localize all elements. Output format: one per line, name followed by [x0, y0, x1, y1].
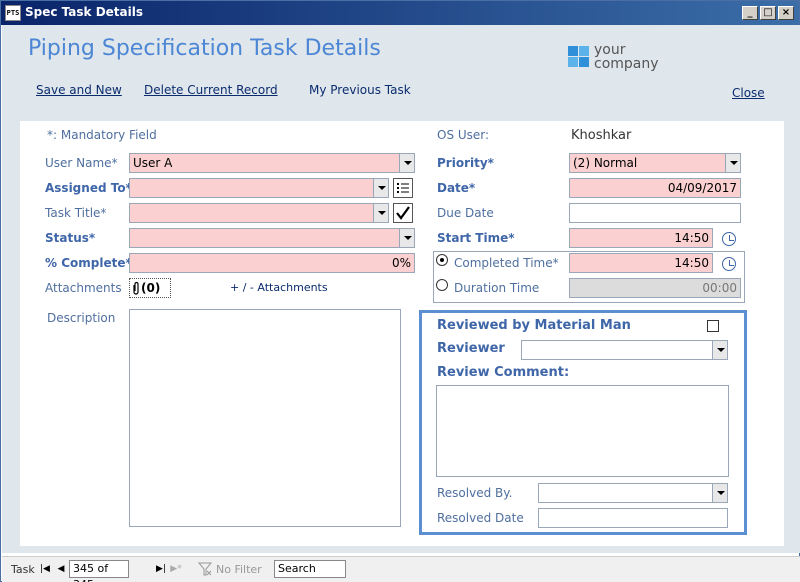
status-label: Status* — [45, 231, 96, 245]
close-link[interactable]: Close — [732, 86, 765, 100]
review-section: Reviewed by Material Man Reviewer Review… — [419, 310, 747, 535]
priority-combo[interactable]: (2) Normal — [569, 153, 741, 173]
os-user-value: Khoshkar — [571, 128, 632, 143]
priority-label: Priority* — [437, 156, 494, 170]
mandatory-note: *: Mandatory Field — [47, 128, 157, 142]
company-logo: your company — [568, 43, 668, 73]
reviewer-label: Reviewer — [437, 341, 505, 356]
list-icon[interactable] — [393, 178, 413, 198]
task-title-dropdown-icon[interactable] — [373, 204, 388, 222]
priority-dropdown-icon[interactable] — [725, 154, 740, 172]
no-filter-button[interactable]: No Filter — [216, 563, 262, 576]
review-comment-textarea[interactable] — [436, 385, 729, 477]
next-record-icon[interactable]: ▶| — [155, 562, 167, 576]
assigned-to-combo[interactable] — [129, 178, 389, 198]
date-label: Date* — [437, 181, 476, 195]
start-time-clock-icon[interactable] — [722, 232, 736, 246]
app-icon: PTS — [5, 5, 21, 21]
previous-record-icon[interactable]: ◀ — [55, 562, 67, 576]
reviewed-by-label: Reviewed by Material Man — [437, 318, 631, 333]
checkmark-icon[interactable] — [393, 203, 413, 223]
reviewer-dropdown-icon[interactable] — [712, 341, 727, 359]
priority-value: (2) Normal — [573, 156, 638, 170]
duration-time-field: 00:00 — [569, 278, 741, 298]
filter-icon — [198, 562, 212, 576]
description-textarea[interactable] — [129, 309, 401, 527]
logo-text-line2: company — [594, 56, 659, 72]
user-name-value: User A — [133, 156, 173, 170]
resolved-by-label: Resolved By. — [437, 486, 513, 500]
attachments-control[interactable]: (0) — [129, 278, 171, 298]
date-field[interactable]: 04/09/2017 — [569, 178, 741, 198]
resolved-date-label: Resolved Date — [437, 511, 524, 525]
resolved-by-dropdown-icon[interactable] — [712, 484, 727, 502]
current-record-field[interactable]: 345 of 345 — [69, 560, 129, 582]
title-bar: PTS Spec Task Details _ □ × — [1, 1, 799, 25]
save-and-new-link[interactable]: Save and New — [36, 83, 122, 97]
os-user-label: OS User: — [437, 128, 490, 142]
due-date-field[interactable] — [569, 203, 741, 223]
task-title-label: Task Title* — [45, 206, 107, 220]
record-label: Task — [11, 563, 35, 576]
search-input[interactable]: Search — [274, 560, 346, 578]
previous-task-link[interactable]: My Previous Task — [309, 83, 411, 97]
completed-time-clock-icon[interactable] — [722, 257, 736, 271]
close-window-button[interactable]: × — [778, 6, 794, 20]
delete-record-link[interactable]: Delete Current Record — [144, 83, 278, 97]
logo-text-line1: your — [594, 42, 626, 58]
app-window: PTS Spec Task Details _ □ × Piping Speci… — [0, 0, 800, 582]
attachments-link[interactable]: + / - Attachments — [230, 281, 328, 294]
first-record-icon[interactable]: |◀ — [39, 562, 51, 576]
status-dropdown-icon[interactable] — [399, 229, 414, 247]
assigned-to-label: Assigned To* — [45, 181, 132, 195]
completed-time-field[interactable]: 14:50 — [569, 253, 713, 273]
start-time-field[interactable]: 14:50 — [569, 228, 713, 248]
paperclip-icon — [133, 281, 139, 295]
percent-complete-label: % Complete* — [45, 256, 132, 270]
duration-time-radio[interactable] — [436, 279, 448, 291]
attachments-count: (0) — [141, 281, 161, 295]
description-label: Description — [47, 311, 116, 325]
page-title: Piping Specification Task Details — [28, 36, 381, 61]
start-time-label: Start Time* — [437, 231, 515, 245]
form-header: Piping Specification Task Details your c… — [2, 25, 800, 116]
duration-time-label: Duration Time — [454, 281, 540, 295]
due-date-label: Due Date — [437, 206, 494, 220]
percent-complete-field[interactable]: 0% — [129, 253, 415, 273]
window-title: Spec Task Details — [25, 5, 144, 19]
form-detail: *: Mandatory Field User Name* User A Ass… — [2, 116, 800, 553]
user-name-label: User Name* — [45, 156, 118, 170]
assigned-to-dropdown-icon[interactable] — [373, 179, 388, 197]
review-comment-label: Review Comment: — [437, 365, 570, 380]
resolved-by-combo[interactable] — [538, 483, 728, 503]
record-navigation-bar: Task |◀ ◀ 345 of 345 ▶| ▶* No Filter Sea… — [2, 556, 800, 582]
minimize-button[interactable]: _ — [742, 6, 758, 20]
maximize-button[interactable]: □ — [760, 6, 776, 20]
attachments-label: Attachments — [45, 281, 122, 295]
completed-time-radio[interactable] — [436, 254, 448, 266]
logo-icon — [568, 46, 590, 68]
new-record-icon: ▶* — [170, 564, 182, 574]
reviewer-combo[interactable] — [521, 340, 728, 360]
completed-time-label: Completed Time* — [454, 256, 559, 270]
user-name-dropdown-icon[interactable] — [399, 154, 414, 172]
reviewed-checkbox[interactable] — [707, 320, 719, 332]
form-panel: *: Mandatory Field User Name* User A Ass… — [20, 121, 784, 546]
resolved-date-field[interactable] — [538, 508, 728, 528]
task-title-combo[interactable] — [129, 203, 389, 223]
status-combo[interactable] — [129, 228, 415, 248]
user-name-combo[interactable]: User A — [129, 153, 415, 173]
